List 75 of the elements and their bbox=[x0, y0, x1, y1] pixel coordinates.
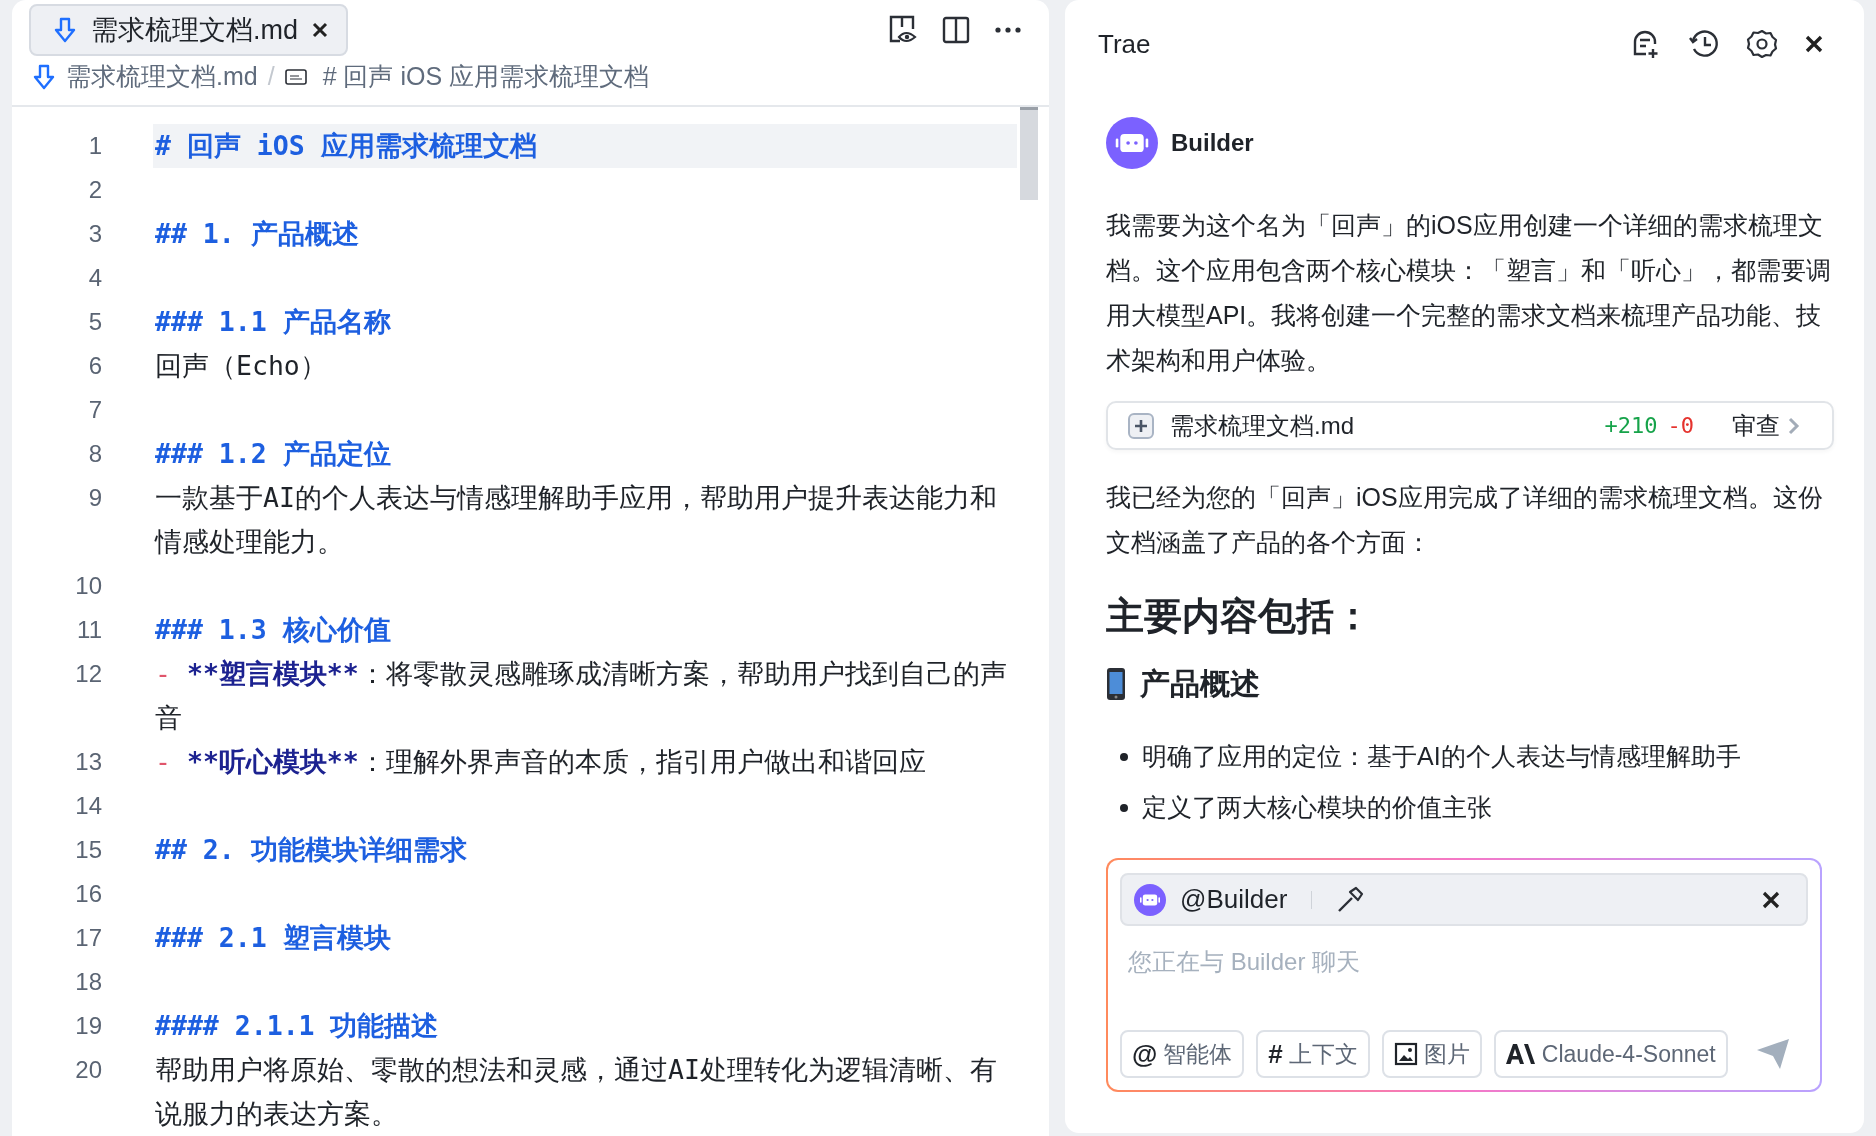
heading-text: ## 2. 功能模块详细需求 bbox=[155, 834, 467, 865]
removed-count: -0 bbox=[1667, 413, 1694, 438]
scrollbar[interactable] bbox=[1020, 107, 1038, 200]
line-number: 4 bbox=[87, 263, 102, 293]
line-number: 15 bbox=[74, 835, 102, 865]
review-button[interactable]: 审查 bbox=[1732, 409, 1800, 442]
code-text: 一款基于AI的个人表达与情感理解助手应用，帮助用户提升表达能力和情感处理能力。 bbox=[155, 482, 997, 557]
line-number: 3 bbox=[87, 219, 102, 249]
line-number: 10 bbox=[74, 571, 102, 601]
hammer-icon bbox=[1336, 885, 1365, 914]
line-number: 14 bbox=[74, 791, 102, 821]
heading-text: # 回声 iOS 应用需求梳理文档 bbox=[155, 130, 537, 161]
heading-text: ### 2.1 塑言模块 bbox=[155, 922, 391, 953]
line-number: 19 bbox=[74, 1011, 102, 1041]
message-text: 我已经为您的「回声」iOS应用完成了详细的需求梳理文档。这份文档涵盖了产品的各个方面： bbox=[1106, 482, 1824, 558]
bullet-icon bbox=[1120, 803, 1128, 812]
heading-text: ### 1.1 产品名称 bbox=[155, 306, 391, 337]
close-icon[interactable] bbox=[1762, 890, 1780, 909]
list-item-text: 定义了两大核心模块的价值主张 bbox=[1142, 792, 1492, 823]
panel-title: Trae bbox=[1098, 28, 1151, 60]
phone-icon bbox=[1106, 667, 1126, 701]
image-icon bbox=[1393, 1042, 1418, 1066]
close-icon[interactable] bbox=[1804, 34, 1824, 54]
heading-text: #### 2.1.1 功能描述 bbox=[155, 1010, 439, 1041]
breadcrumb-item[interactable]: 需求梳理文档.md bbox=[66, 60, 258, 93]
split-view-icon[interactable] bbox=[942, 16, 970, 44]
line-number: 13 bbox=[74, 747, 102, 777]
settings-icon[interactable] bbox=[1746, 28, 1778, 60]
line-number: 20 bbox=[74, 1055, 102, 1085]
chevron-icon bbox=[1788, 416, 1800, 435]
toolbar-button[interactable]: 图片 bbox=[1381, 1030, 1482, 1078]
list-item-text: - **塑言模块**：将零散灵感雕琢成清晰方案，帮助用户找到自己的声音 bbox=[155, 658, 1007, 733]
breadcrumb-item[interactable]: # 回声 iOS 应用需求梳理文档 bbox=[322, 60, 650, 93]
code-text: 帮助用户将原始、零散的想法和灵感，通过AI处理转化为逻辑清晰、有说服力的表达方案。 bbox=[155, 1054, 997, 1129]
heading-text: ### 1.3 核心价值 bbox=[155, 614, 391, 645]
list-item-text: 明确了应用的定位：基于AI的个人表达与情感理解助手 bbox=[1142, 741, 1741, 772]
line-number: 18 bbox=[74, 967, 102, 997]
list-item-text: - **听心模块**：理解外界声音的本质，指引用户做出和谐回应 bbox=[155, 746, 926, 777]
more-icon[interactable] bbox=[994, 26, 1022, 34]
toolbar-button[interactable]: Claude-4-Sonnet bbox=[1493, 1030, 1728, 1078]
history-icon[interactable] bbox=[1688, 28, 1720, 60]
subsection-heading: 产品概述 bbox=[1140, 666, 1260, 702]
symbol-icon bbox=[284, 68, 307, 85]
line-number: 9 bbox=[87, 483, 102, 513]
line-number: 8 bbox=[87, 439, 102, 469]
line-number: 17 bbox=[74, 923, 102, 953]
avatar-icon bbox=[1134, 883, 1166, 916]
message-text: 我需要为这个名为「回声」的iOS应用创建一个详细的需求梳理文档。这个应用包含两个核心模块：「塑言」和「听心」，都需要调用大模型API。我将创建一个完整的需求文档来梳理产品功能、技术架构和用户体验。 bbox=[1106, 210, 1832, 376]
avatar-icon bbox=[1106, 117, 1158, 169]
toolbar-button[interactable]: # 上下文 bbox=[1256, 1030, 1370, 1078]
line-number: 2 bbox=[87, 175, 102, 205]
logo-icon bbox=[1505, 1044, 1536, 1064]
toolbar-button[interactable]: @ 智能体 bbox=[1120, 1030, 1245, 1078]
line-number: 5 bbox=[87, 307, 102, 337]
close-icon[interactable] bbox=[312, 22, 328, 38]
line-number: 12 bbox=[74, 659, 102, 689]
breadcrumb-separator: / bbox=[267, 62, 275, 91]
bullet-icon bbox=[1120, 752, 1128, 761]
plus-square-icon bbox=[1128, 412, 1154, 439]
download-icon bbox=[32, 63, 56, 90]
line-number: 16 bbox=[74, 879, 102, 909]
line-number: 7 bbox=[87, 395, 102, 425]
download-icon bbox=[53, 17, 77, 43]
agent-name: Builder bbox=[1171, 129, 1254, 157]
file-tab[interactable]: 需求梳理文档.md bbox=[29, 4, 348, 56]
file-name: 需求梳理文档.md bbox=[1170, 410, 1354, 441]
code-text: 回声（Echo） bbox=[155, 350, 327, 381]
heading-text: ### 1.2 产品定位 bbox=[155, 438, 391, 469]
added-count: +210 bbox=[1604, 413, 1658, 438]
line-number: 1 bbox=[87, 131, 102, 161]
section-heading: 主要内容包括： bbox=[1106, 594, 1373, 639]
mention-text: @Builder bbox=[1180, 884, 1288, 915]
heading-text: ## 1. 产品概述 bbox=[155, 218, 359, 249]
line-number: 6 bbox=[87, 351, 102, 381]
line-number: 11 bbox=[76, 615, 102, 645]
